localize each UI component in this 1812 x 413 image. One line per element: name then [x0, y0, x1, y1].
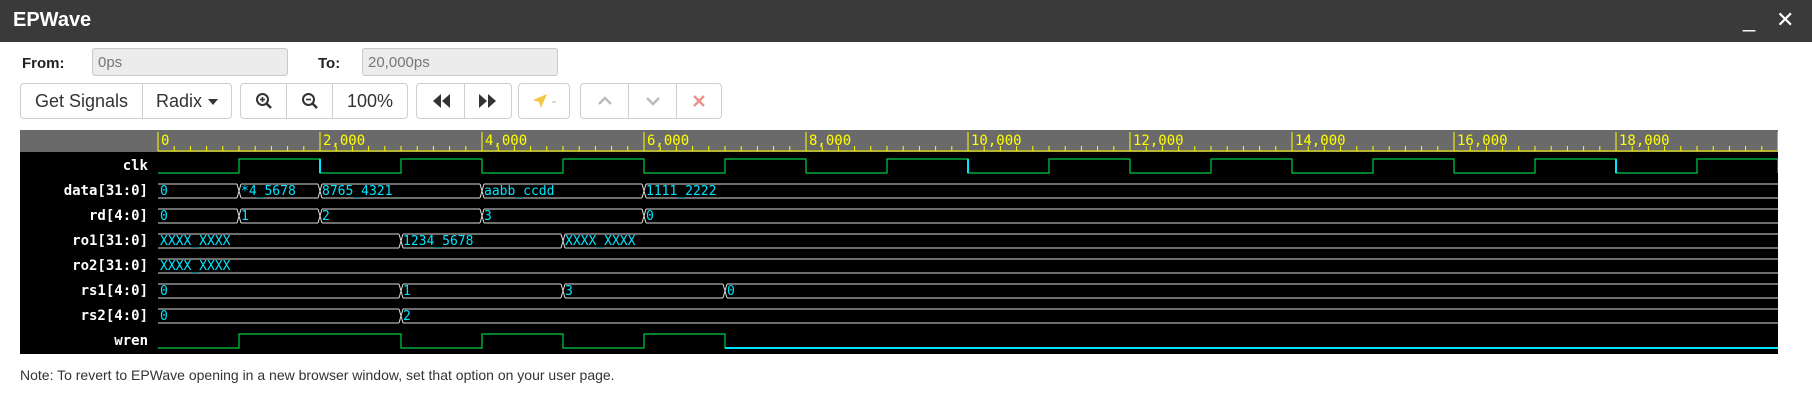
bus-value: XXXX_XXXX [565, 234, 636, 249]
move-up-button[interactable] [581, 84, 629, 118]
signal-name-clk: clk [123, 158, 149, 174]
fast-forward-button[interactable] [465, 84, 511, 118]
bus-value: *4_5678 [241, 184, 296, 199]
cursor-button-group: - [518, 83, 570, 119]
ruler-tick-label: 4,000 [485, 133, 527, 149]
to-input[interactable] [362, 48, 558, 76]
zoom-level-button[interactable]: 100% [333, 84, 407, 118]
scrollbar[interactable] [1806, 42, 1812, 413]
waveform-panel[interactable]: 0 2,000 4,000 6,000 8,000 10,000 12,000 14,000 1… [20, 130, 1779, 354]
from-label: From: [22, 55, 65, 72]
cursor-arrow-icon [532, 94, 547, 108]
zoom-in-icon [255, 93, 272, 109]
ruler-tick-label: 0 [161, 133, 169, 149]
cursor-button[interactable]: - [519, 84, 569, 118]
bus-value: 2 [403, 309, 411, 324]
navigate-button-group [416, 83, 512, 119]
ruler-tick-label: 16,000 [1457, 133, 1508, 149]
bus-value: 0 [160, 209, 168, 224]
bus-value: 1 [241, 209, 249, 224]
footer-note: Note: To revert to EPWave opening in a n… [20, 367, 615, 383]
rewind-icon [432, 94, 450, 108]
bus-value: 0 [160, 284, 168, 299]
bus-value: 1111_2222 [646, 184, 716, 199]
ruler-tick-label: 8,000 [809, 133, 851, 149]
ruler-tick-label: 10,000 [971, 133, 1022, 149]
bus-value: 1 [403, 284, 411, 299]
close-icon [693, 95, 705, 107]
zoom-button-group: 100% [240, 83, 408, 119]
signal-name-ro1310: ro1[31:0] [72, 233, 148, 249]
bus-value: 0 [646, 209, 654, 224]
close-window-icon[interactable]: ✕ [1776, 8, 1794, 32]
radix-label: Radix [155, 90, 203, 111]
signal-name-rs240: rs2[4:0] [81, 308, 148, 324]
remove-signal-button[interactable] [677, 84, 721, 118]
rewind-button[interactable] [417, 84, 465, 118]
bus-value: XXXX_XXXX [160, 234, 231, 249]
signal-name-rd40: rd[4:0] [89, 208, 148, 224]
bus-value: 2 [322, 209, 330, 224]
bus-value: 0 [727, 284, 735, 299]
ruler-tick-label: 14,000 [1295, 133, 1346, 149]
signals-button-group: Get Signals Radix [20, 83, 232, 119]
bus-value: 3 [565, 284, 573, 299]
ruler-tick-label: 6,000 [647, 133, 689, 149]
radix-dropdown[interactable]: Radix [143, 84, 231, 118]
move-down-button[interactable] [629, 84, 677, 118]
window-title: EPWave [13, 9, 92, 31]
ruler-tick-label: 12,000 [1133, 133, 1184, 149]
fast-forward-icon [479, 94, 496, 108]
bus-value: 0 [160, 309, 168, 324]
signal-name-rs140: rs1[4:0] [81, 283, 148, 299]
chevron-down-icon [645, 97, 660, 106]
signal-name-wren: wren [114, 333, 148, 349]
title-bar: EPWave _ ✕ [0, 0, 1812, 42]
bus-value: 0 [160, 184, 168, 199]
bus-value: aabb_ccdd [484, 184, 554, 199]
bus-value: 1234_5678 [403, 234, 473, 249]
zoom-level: 100% [346, 90, 394, 111]
zoom-out-icon [301, 93, 318, 109]
chevron-up-icon [597, 96, 612, 105]
get-signals-button[interactable]: Get Signals [21, 84, 143, 118]
from-input[interactable] [92, 48, 288, 76]
zoom-out-button[interactable] [287, 84, 333, 118]
cursor-value: - [551, 92, 557, 110]
bus-value: 3 [484, 209, 492, 224]
bit-waveform [158, 333, 1778, 349]
timeline-ruler [20, 130, 1778, 152]
signal-edit-button-group [580, 83, 722, 119]
signal-name-data310: data[31:0] [64, 183, 148, 199]
bus-value: XXXX_XXXX [160, 259, 231, 274]
ruler-tick-label: 18,000 [1619, 133, 1670, 149]
ruler-tick-label: 2,000 [323, 133, 365, 149]
minimize-icon[interactable]: _ [1743, 8, 1755, 32]
get-signals-label: Get Signals [34, 90, 129, 111]
bus-value: 8765_4321 [322, 184, 392, 199]
waveform-canvas[interactable]: 0 2,000 4,000 6,000 8,000 10,000 12,000 14,000 1… [20, 130, 1779, 354]
zoom-in-button[interactable] [241, 84, 287, 118]
signal-name-ro2310: ro2[31:0] [72, 258, 148, 274]
caret-down-icon [208, 99, 219, 105]
to-label: To: [318, 55, 341, 72]
